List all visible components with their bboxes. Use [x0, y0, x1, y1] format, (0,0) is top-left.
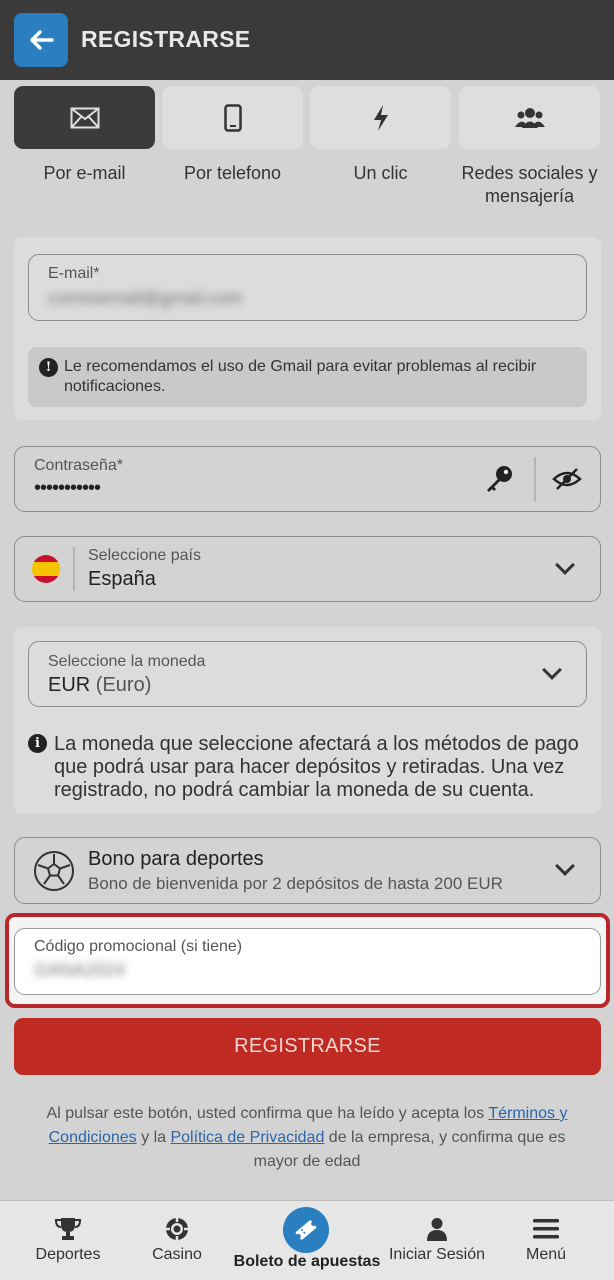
user-icon: [427, 1218, 447, 1241]
gmail-notice-text: Le recomendamos el uso de Gmail para evi…: [64, 358, 537, 395]
nav-sports-label: Deportes: [35, 1246, 101, 1263]
arrow-left-icon: [30, 30, 54, 50]
top-bar: REGISTRARSE: [0, 0, 614, 80]
gmail-notice: ! Le recomendamos el uso de Gmail para e…: [28, 347, 587, 407]
phone-icon: [223, 103, 242, 132]
password-field[interactable]: Contraseña* •••••••••••: [14, 446, 601, 512]
tab-label-phone: Por telefono: [183, 163, 282, 183]
tab-social[interactable]: [459, 86, 600, 149]
nav-login[interactable]: Iniciar Sesión: [385, 1201, 489, 1280]
password-value: •••••••••••: [34, 477, 101, 499]
currency-notice: La moneda que seleccione afectará a los …: [54, 733, 579, 801]
spain-flag-icon: [32, 555, 60, 583]
field-divider: [534, 457, 536, 501]
casino-chip-icon: [166, 1218, 188, 1240]
email-field[interactable]: E-mail* correoemail@gmail.com: [28, 254, 587, 321]
tab-one-click[interactable]: [310, 86, 451, 149]
bonus-select[interactable]: Bono para deportes Bono de bienvenida po…: [14, 837, 601, 904]
page-title: REGISTRARSE: [81, 26, 251, 52]
email-label: E-mail*: [48, 265, 100, 282]
currency-code: EUR: [48, 674, 91, 696]
nav-betslip-label: Boleto de apuestas: [233, 1253, 381, 1270]
nav-login-label: Iniciar Sesión: [388, 1246, 486, 1263]
exclamation-icon: !: [39, 358, 58, 377]
register-button[interactable]: REGISTRARSE: [14, 1018, 601, 1075]
key-icon[interactable]: [484, 464, 514, 499]
chevron-down-icon: [555, 856, 575, 876]
country-value: España: [88, 568, 156, 590]
users-icon: [514, 107, 545, 128]
promo-label: Código promocional (si tiene): [34, 938, 243, 955]
flag-divider: [73, 547, 75, 591]
currency-label: Seleccione la moneda: [48, 653, 206, 670]
info-icon: i: [28, 734, 47, 753]
legal-prefix: Al pulsar este botón, usted confirma que…: [46, 1105, 489, 1122]
ticket-icon: [295, 1220, 317, 1240]
nav-sports[interactable]: Deportes: [24, 1201, 112, 1280]
tab-label-social: Redes sociales y mensajería: [461, 163, 598, 206]
country-label: Seleccione país: [88, 547, 201, 564]
nav-menu-label: Menú: [525, 1246, 567, 1263]
currency-value: EUR (Euro): [48, 674, 151, 697]
chevron-down-icon: [555, 555, 575, 575]
eye-slash-icon[interactable]: [552, 467, 582, 496]
nav-casino[interactable]: Casino: [139, 1201, 215, 1280]
nav-casino-label: Casino: [152, 1246, 202, 1263]
lightning-icon: [373, 104, 388, 131]
tab-phone[interactable]: [162, 86, 303, 149]
legal-text: Al pulsar este botón, usted confirma que…: [28, 1102, 586, 1174]
currency-name: (Euro): [95, 674, 152, 696]
tab-label-one-click: Un clic: [353, 163, 408, 183]
password-label: Contraseña*: [34, 457, 123, 474]
tab-label-email: Por e-mail: [43, 163, 126, 183]
back-button[interactable]: [14, 13, 68, 67]
bonus-title: Bono para deportes: [88, 848, 264, 870]
promo-value: GANA2024: [34, 960, 126, 980]
nav-menu[interactable]: Menú: [515, 1201, 577, 1280]
chevron-down-icon: [542, 660, 562, 680]
trophy-icon: [55, 1218, 81, 1240]
envelope-icon: [70, 107, 99, 128]
soccer-ball-icon: [33, 850, 75, 897]
betslip-button[interactable]: [283, 1207, 329, 1253]
tab-email[interactable]: [14, 86, 155, 149]
email-value: correoemail@gmail.com: [48, 288, 243, 308]
promo-code-field[interactable]: Código promocional (si tiene) GANA2024: [14, 928, 601, 995]
bonus-subtitle: Bono de bienvenida por 2 depósitos de ha…: [88, 874, 503, 893]
privacy-link[interactable]: Política de Privacidad: [170, 1129, 324, 1146]
country-select[interactable]: Seleccione país España: [14, 536, 601, 602]
legal-middle: y la: [136, 1129, 171, 1146]
hamburger-icon: [533, 1219, 559, 1239]
currency-select[interactable]: Seleccione la moneda EUR (Euro): [28, 641, 587, 707]
